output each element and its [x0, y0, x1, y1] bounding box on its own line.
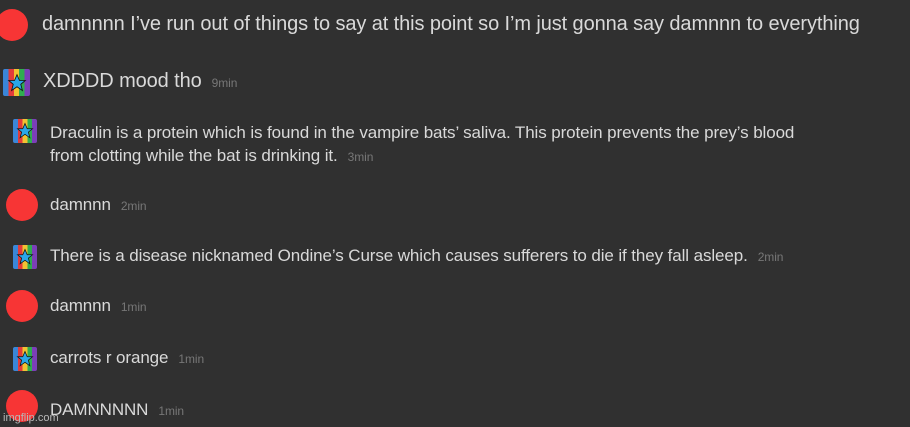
- timestamp: 1min: [178, 352, 205, 366]
- watermark: imgflip.com: [3, 412, 59, 424]
- avatar[interactable]: [6, 290, 38, 322]
- message-text: XDDDD mood tho 9min: [43, 70, 237, 93]
- star-icon: [16, 248, 34, 265]
- message-text: DAMNNNNN 1min: [50, 400, 184, 420]
- message-text: damnnn 2min: [50, 195, 147, 215]
- timestamp: 9min: [211, 76, 238, 90]
- avatar[interactable]: [6, 189, 38, 221]
- timestamp: 1min: [120, 300, 147, 314]
- timestamp: 1min: [158, 404, 184, 418]
- message-text: There is a disease nicknamed Ondine’s Cu…: [50, 246, 783, 266]
- message-body: There is a disease nicknamed Ondine’s Cu…: [50, 246, 748, 265]
- avatar[interactable]: [13, 347, 37, 371]
- timestamp: 3min: [347, 150, 374, 164]
- message-body: DAMNNNNN: [50, 400, 149, 419]
- message-text: carrots r orange 1min: [50, 348, 204, 368]
- message-body-line: Draculin is a protein which is found in …: [50, 123, 795, 142]
- avatar[interactable]: [0, 9, 28, 41]
- message-body: XDDDD mood tho: [43, 70, 202, 92]
- message-text: Draculin is a protein which is found in …: [50, 121, 794, 169]
- star-icon: [16, 350, 34, 367]
- avatar[interactable]: [3, 69, 30, 96]
- avatar[interactable]: [13, 245, 37, 269]
- message-text: damnnn 1min: [50, 296, 147, 316]
- timestamp: 2min: [757, 250, 784, 264]
- avatar[interactable]: [13, 119, 37, 143]
- message-body: damnnn: [50, 195, 111, 214]
- timestamp: 2min: [120, 199, 147, 213]
- message-text: damnnnn I’ve run out of things to say at…: [42, 13, 860, 35]
- message-body: carrots r orange: [50, 348, 169, 367]
- star-icon: [16, 122, 34, 139]
- star-icon: [6, 73, 27, 91]
- message-body: damnnn: [50, 296, 111, 315]
- message-body-line: from clotting while the bat is drinking …: [50, 146, 338, 165]
